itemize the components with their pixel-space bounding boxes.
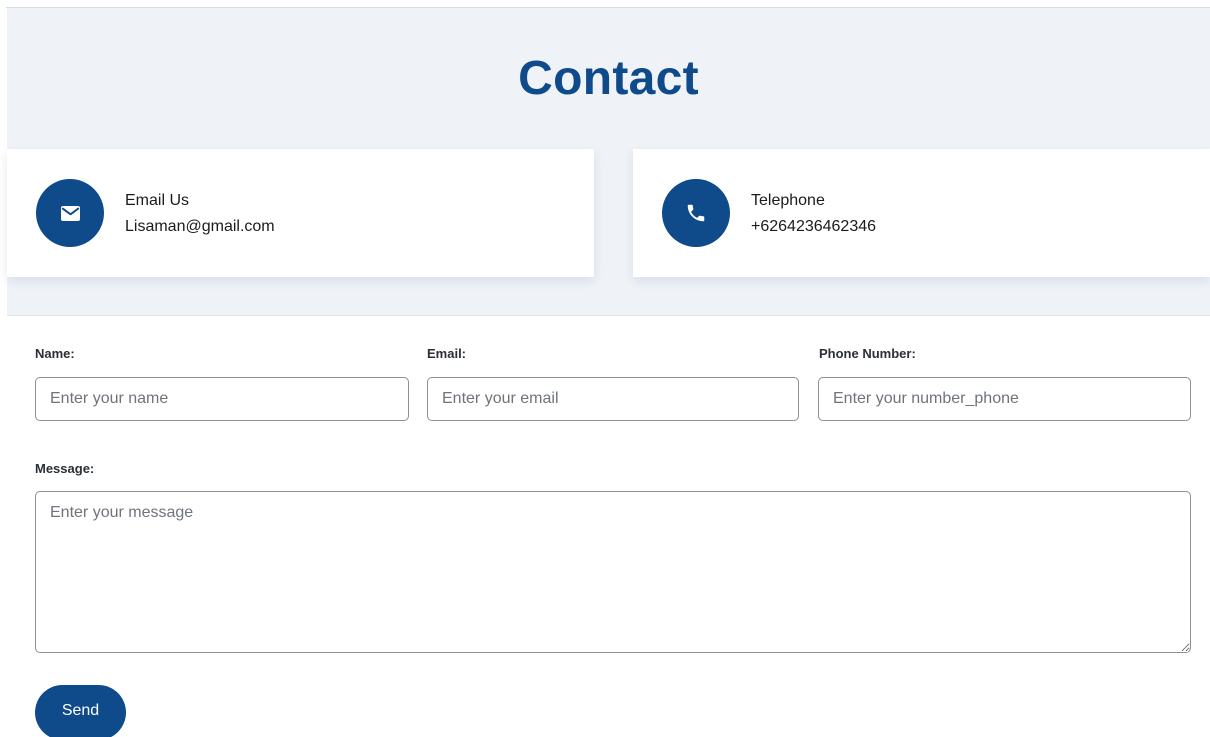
phone-icon: [687, 204, 705, 222]
email-card-label: Email Us: [125, 192, 190, 209]
envelope-icon: [60, 205, 80, 221]
message-textarea[interactable]: [35, 491, 1191, 653]
name-label: Name:: [35, 346, 75, 361]
contact-page: Contact Email Us Lisaman@gmail.com Telep…: [0, 0, 1210, 737]
email-input[interactable]: [427, 377, 799, 421]
name-input[interactable]: [35, 377, 409, 421]
email-label: Email:: [427, 346, 467, 361]
phone-number-label: Phone Number:: [819, 346, 916, 361]
phone-icon-badge: [662, 179, 730, 247]
email-card-text: Email Us Lisaman@gmail.com: [125, 188, 275, 240]
contact-info-section: Contact Email Us Lisaman@gmail.com Telep…: [7, 8, 1210, 316]
send-button[interactable]: Send: [35, 685, 126, 737]
email-card-value: Lisaman@gmail.com: [125, 218, 275, 235]
phone-card: Telephone +6264236462346: [633, 149, 1210, 277]
phone-card-label: Telephone: [751, 192, 825, 209]
phone-card-value: +6264236462346: [751, 218, 877, 235]
phone-number-input[interactable]: [818, 377, 1191, 421]
page-title: Contact: [518, 52, 699, 105]
email-icon-badge: [36, 179, 104, 247]
message-label: Message:: [35, 461, 95, 476]
email-card: Email Us Lisaman@gmail.com: [7, 149, 594, 277]
phone-card-text: Telephone +6264236462346: [751, 188, 876, 240]
